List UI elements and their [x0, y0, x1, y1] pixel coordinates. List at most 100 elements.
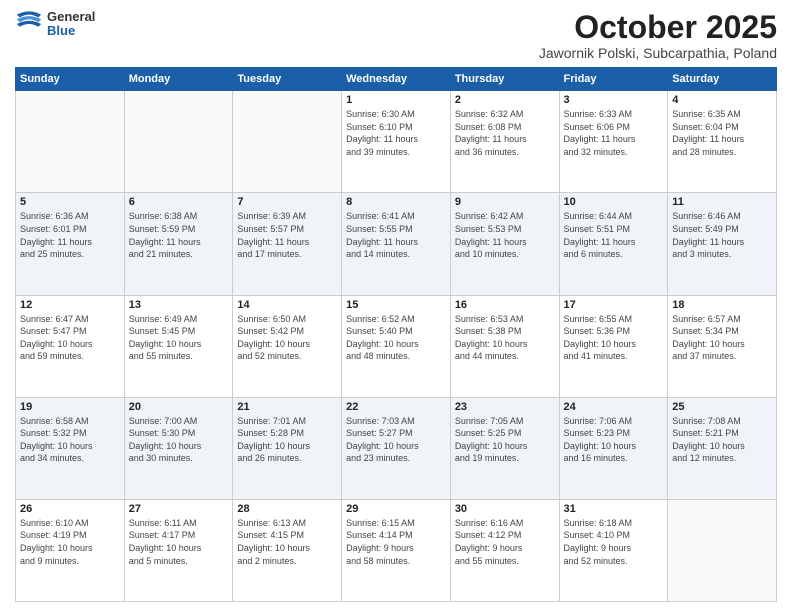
day-info: Sunrise: 6:11 AM Sunset: 4:17 PM Dayligh… — [129, 517, 229, 567]
day-number: 30 — [455, 503, 555, 515]
table-row: 12 Sunrise: 6:47 AM Sunset: 5:47 PM Dayli… — [16, 295, 125, 397]
table-row: 7 Sunrise: 6:39 AM Sunset: 5:57 PM Daylig… — [233, 193, 342, 295]
table-row — [16, 91, 125, 193]
day-number: 24 — [564, 401, 664, 413]
table-row — [668, 499, 777, 601]
table-row: 3 Sunrise: 6:33 AM Sunset: 6:06 PM Daylig… — [559, 91, 668, 193]
day-number: 18 — [672, 299, 772, 311]
table-row: 8Sunrise: 6:41 AM Sunset: 5:55 PM Daylig… — [342, 193, 451, 295]
table-row: 31Sunrise: 6:18 AM Sunset: 4:10 PM Dayli… — [559, 499, 668, 601]
col-monday: Monday — [124, 68, 233, 91]
day-number: 6 — [129, 196, 229, 208]
day-info: Sunrise: 6:42 AM Sunset: 5:53 PM Dayligh… — [455, 210, 555, 260]
table-row: 27 Sunrise: 6:11 AM Sunset: 4:17 PM Dayli… — [124, 499, 233, 601]
table-row: 25 Sunrise: 7:08 AM Sunset: 5:21 PM Dayli… — [668, 397, 777, 499]
logo-general: General — [47, 10, 95, 24]
day-number: 4 — [672, 94, 772, 106]
calendar-week-row: 5 Sunrise: 6:36 AM Sunset: 6:01 PM Daylig… — [16, 193, 777, 295]
day-info: Sunrise: 6:49 AM Sunset: 5:45 PM Dayligh… — [129, 313, 229, 363]
day-info: Sunrise: 7:08 AM Sunset: 5:21 PM Dayligh… — [672, 415, 772, 465]
col-tuesday: Tuesday — [233, 68, 342, 91]
day-number: 19 — [20, 401, 120, 413]
table-row: 24 Sunrise: 7:06 AM Sunset: 5:23 PM Dayli… — [559, 397, 668, 499]
logo-blue: Blue — [47, 24, 95, 38]
day-info: Sunrise: 6:46 AM Sunset: 5:49 PM Dayligh… — [672, 210, 772, 260]
table-row: 1 Sunrise: 6:30 AM Sunset: 6:10 PM Daylig… — [342, 91, 451, 193]
table-row: 13Sunrise: 6:49 AM Sunset: 5:45 PM Dayli… — [124, 295, 233, 397]
calendar-header-row: Sunday Monday Tuesday Wednesday Thursday… — [16, 68, 777, 91]
table-row: 5 Sunrise: 6:36 AM Sunset: 6:01 PM Daylig… — [16, 193, 125, 295]
day-info: Sunrise: 6:57 AM Sunset: 5:34 PM Dayligh… — [672, 313, 772, 363]
col-friday: Friday — [559, 68, 668, 91]
calendar-week-row: 12 Sunrise: 6:47 AM Sunset: 5:47 PM Dayli… — [16, 295, 777, 397]
day-info: Sunrise: 7:01 AM Sunset: 5:28 PM Dayligh… — [237, 415, 337, 465]
table-row: 26Sunrise: 6:10 AM Sunset: 4:19 PM Dayli… — [16, 499, 125, 601]
day-info: Sunrise: 6:16 AM Sunset: 4:12 PM Dayligh… — [455, 517, 555, 567]
table-row: 18 Sunrise: 6:57 AM Sunset: 5:34 PM Dayli… — [668, 295, 777, 397]
col-saturday: Saturday — [668, 68, 777, 91]
calendar-week-row: 26Sunrise: 6:10 AM Sunset: 4:19 PM Dayli… — [16, 499, 777, 601]
day-number: 29 — [346, 503, 446, 515]
calendar-week-row: 19Sunrise: 6:58 AM Sunset: 5:32 PM Dayli… — [16, 397, 777, 499]
table-row: 11 Sunrise: 6:46 AM Sunset: 5:49 PM Dayli… — [668, 193, 777, 295]
day-number: 2 — [455, 94, 555, 106]
day-number: 7 — [237, 196, 337, 208]
logo-text: General Blue — [47, 10, 95, 39]
day-info: Sunrise: 6:47 AM Sunset: 5:47 PM Dayligh… — [20, 313, 120, 363]
table-row: 16 Sunrise: 6:53 AM Sunset: 5:38 PM Dayli… — [450, 295, 559, 397]
table-row — [124, 91, 233, 193]
table-row: 21 Sunrise: 7:01 AM Sunset: 5:28 PM Dayli… — [233, 397, 342, 499]
table-row — [233, 91, 342, 193]
table-row: 4Sunrise: 6:35 AM Sunset: 6:04 PM Daylig… — [668, 91, 777, 193]
day-number: 27 — [129, 503, 229, 515]
day-number: 10 — [564, 196, 664, 208]
table-row: 15Sunrise: 6:52 AM Sunset: 5:40 PM Dayli… — [342, 295, 451, 397]
day-info: Sunrise: 6:50 AM Sunset: 5:42 PM Dayligh… — [237, 313, 337, 363]
day-info: Sunrise: 6:36 AM Sunset: 6:01 PM Dayligh… — [20, 210, 120, 260]
day-info: Sunrise: 6:15 AM Sunset: 4:14 PM Dayligh… — [346, 517, 446, 567]
day-info: Sunrise: 6:44 AM Sunset: 5:51 PM Dayligh… — [564, 210, 664, 260]
day-number: 25 — [672, 401, 772, 413]
day-number: 3 — [564, 94, 664, 106]
day-number: 28 — [237, 503, 337, 515]
day-number: 12 — [20, 299, 120, 311]
day-info: Sunrise: 6:18 AM Sunset: 4:10 PM Dayligh… — [564, 517, 664, 567]
table-row: 22Sunrise: 7:03 AM Sunset: 5:27 PM Dayli… — [342, 397, 451, 499]
table-row: 9 Sunrise: 6:42 AM Sunset: 5:53 PM Daylig… — [450, 193, 559, 295]
day-info: Sunrise: 6:13 AM Sunset: 4:15 PM Dayligh… — [237, 517, 337, 567]
day-number: 22 — [346, 401, 446, 413]
day-number: 9 — [455, 196, 555, 208]
page: General Blue October 2025 Jawornik Polsk… — [0, 0, 792, 612]
day-number: 15 — [346, 299, 446, 311]
calendar-subtitle: Jawornik Polski, Subcarpathia, Poland — [539, 45, 777, 61]
table-row: 6 Sunrise: 6:38 AM Sunset: 5:59 PM Daylig… — [124, 193, 233, 295]
day-number: 5 — [20, 196, 120, 208]
day-number: 17 — [564, 299, 664, 311]
day-info: Sunrise: 7:06 AM Sunset: 5:23 PM Dayligh… — [564, 415, 664, 465]
day-number: 11 — [672, 196, 772, 208]
day-number: 16 — [455, 299, 555, 311]
table-row: 28 Sunrise: 6:13 AM Sunset: 4:15 PM Dayli… — [233, 499, 342, 601]
logo: General Blue — [15, 10, 95, 39]
day-info: Sunrise: 6:38 AM Sunset: 5:59 PM Dayligh… — [129, 210, 229, 260]
day-info: Sunrise: 6:32 AM Sunset: 6:08 PM Dayligh… — [455, 108, 555, 158]
day-number: 23 — [455, 401, 555, 413]
day-info: Sunrise: 6:55 AM Sunset: 5:36 PM Dayligh… — [564, 313, 664, 363]
day-info: Sunrise: 6:33 AM Sunset: 6:06 PM Dayligh… — [564, 108, 664, 158]
table-row: 10 Sunrise: 6:44 AM Sunset: 5:51 PM Dayli… — [559, 193, 668, 295]
day-info: Sunrise: 6:39 AM Sunset: 5:57 PM Dayligh… — [237, 210, 337, 260]
day-info: Sunrise: 7:05 AM Sunset: 5:25 PM Dayligh… — [455, 415, 555, 465]
table-row: 17 Sunrise: 6:55 AM Sunset: 5:36 PM Dayli… — [559, 295, 668, 397]
day-number: 21 — [237, 401, 337, 413]
day-info: Sunrise: 6:41 AM Sunset: 5:55 PM Dayligh… — [346, 210, 446, 260]
table-row: 30 Sunrise: 6:16 AM Sunset: 4:12 PM Dayli… — [450, 499, 559, 601]
day-info: Sunrise: 6:30 AM Sunset: 6:10 PM Dayligh… — [346, 108, 446, 158]
table-row: 29 Sunrise: 6:15 AM Sunset: 4:14 PM Dayli… — [342, 499, 451, 601]
table-row: 19Sunrise: 6:58 AM Sunset: 5:32 PM Dayli… — [16, 397, 125, 499]
logo-icon — [15, 10, 43, 38]
col-thursday: Thursday — [450, 68, 559, 91]
col-sunday: Sunday — [16, 68, 125, 91]
day-info: Sunrise: 6:53 AM Sunset: 5:38 PM Dayligh… — [455, 313, 555, 363]
day-number: 1 — [346, 94, 446, 106]
table-row: 20Sunrise: 7:00 AM Sunset: 5:30 PM Dayli… — [124, 397, 233, 499]
